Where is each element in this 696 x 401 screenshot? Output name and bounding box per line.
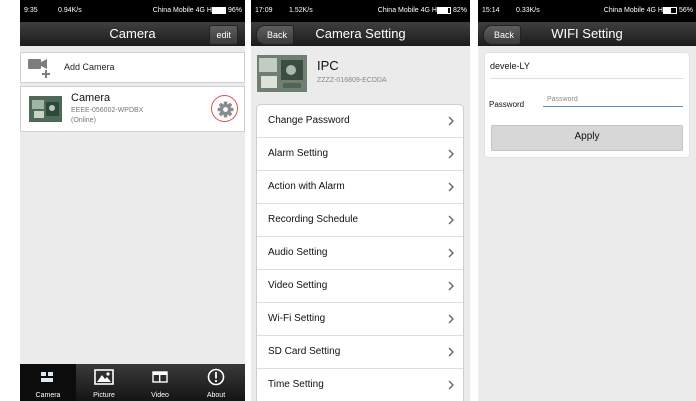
camera-thumbnail	[29, 96, 62, 122]
password-input[interactable]	[543, 93, 683, 107]
settings-menu-item[interactable]: Change Password	[257, 105, 463, 138]
device-name: IPC	[317, 58, 339, 73]
battery-indicator: 56%	[662, 0, 693, 22]
status-time: 17:09	[255, 7, 273, 14]
settings-menu-item-label: Action with Alarm	[268, 181, 345, 192]
tab-picture-label: Picture	[93, 392, 115, 399]
settings-menu-item-label: Audio Setting	[268, 247, 328, 258]
battery-icon	[662, 6, 677, 14]
chevron-right-icon	[448, 215, 454, 225]
back-button[interactable]: Back	[483, 25, 522, 45]
settings-menu-item[interactable]: Wi-Fi Setting	[257, 303, 463, 336]
add-camera-icon	[28, 59, 50, 78]
settings-menu-item[interactable]: Recording Schedule	[257, 204, 463, 237]
wifi-setting-screen: 15:14 0.33K/s China Mobile 4G HD 56% WIF…	[478, 0, 696, 401]
settings-menu-item-label: Recording Schedule	[268, 214, 359, 225]
settings-menu-item[interactable]: SD Card Setting	[257, 336, 463, 369]
chevron-right-icon	[448, 314, 454, 324]
edit-button[interactable]: edit	[209, 25, 238, 45]
chevron-right-icon	[448, 281, 454, 291]
settings-menu: Change Password Alarm Setting Action with …	[256, 104, 464, 401]
status-carrier: China Mobile 4G HD	[377, 7, 442, 14]
camera-tab-icon	[41, 372, 53, 382]
settings-menu-item[interactable]: Audio Setting	[257, 237, 463, 270]
info-icon	[207, 368, 225, 386]
camera-list-screen: 9:35 0.94K/s China Mobile 4G HD 96% Came…	[20, 0, 245, 401]
chevron-right-icon	[448, 248, 454, 258]
settings-menu-item[interactable]: Video Setting	[257, 270, 463, 303]
chevron-right-icon	[448, 380, 454, 390]
title-bar: WIFI Setting Back	[478, 22, 696, 46]
title-bar: Camera edit	[20, 22, 245, 46]
status-carrier: China Mobile 4G HD	[603, 7, 668, 14]
highlight-ring	[211, 95, 238, 122]
add-camera-button[interactable]: Add Camera	[20, 52, 245, 83]
device-uid: ZZZZ-016809-ECDDA	[317, 77, 387, 84]
camera-uid: EEEE-056002-WPDBX	[71, 107, 144, 114]
apply-button[interactable]: Apply	[491, 125, 683, 151]
title-bar: Camera Setting Back	[251, 22, 470, 46]
settings-menu-item[interactable]: Action with Alarm	[257, 171, 463, 204]
battery-indicator: 82%	[436, 0, 467, 22]
tab-video[interactable]: Video	[132, 364, 188, 401]
bottom-tab-bar: Camera Picture Video About	[20, 364, 245, 401]
camera-name: Camera	[71, 92, 111, 104]
camera-status: (Online)	[71, 117, 96, 124]
status-bar: 15:14 0.33K/s China Mobile 4G HD 56%	[478, 0, 696, 22]
picture-icon	[94, 369, 114, 385]
settings-menu-item[interactable]: Time Setting	[257, 369, 463, 401]
chevron-right-icon	[448, 149, 454, 159]
back-button[interactable]: Back	[256, 25, 295, 45]
wifi-form: devele-LY Password Apply	[484, 52, 690, 158]
status-speed: 0.94K/s	[58, 7, 82, 14]
chevron-right-icon	[448, 347, 454, 357]
camera-list-item[interactable]: Camera EEEE-056002-WPDBX (Online)	[20, 86, 245, 132]
add-camera-label: Add Camera	[64, 62, 115, 72]
divider	[490, 78, 684, 79]
tab-about-label: About	[206, 392, 226, 399]
tab-video-label: Video	[151, 392, 169, 399]
status-carrier: China Mobile 4G HD	[152, 7, 217, 14]
battery-icon	[436, 6, 451, 14]
camera-setting-screen: 17:09 1.52K/s China Mobile 4G HD 82% Cam…	[251, 0, 470, 401]
device-thumbnail	[257, 55, 307, 92]
settings-menu-item-label: Wi-Fi Setting	[268, 313, 326, 324]
device-header: IPC ZZZZ-016809-ECDDA	[257, 52, 470, 97]
status-speed: 0.33K/s	[516, 7, 540, 14]
battery-indicator: 96%	[211, 0, 242, 22]
status-bar: 9:35 0.94K/s China Mobile 4G HD 96%	[20, 0, 245, 22]
tab-picture[interactable]: Picture	[76, 364, 132, 401]
status-speed: 1.52K/s	[289, 7, 313, 14]
settings-menu-item-label: Video Setting	[268, 280, 328, 291]
chevron-right-icon	[448, 116, 454, 126]
tab-camera-label: Camera	[35, 392, 61, 399]
settings-menu-item-label: Change Password	[268, 115, 350, 126]
video-icon	[152, 371, 168, 383]
status-time: 9:35	[24, 7, 38, 14]
status-bar: 17:09 1.52K/s China Mobile 4G HD 82%	[251, 0, 470, 22]
tab-about[interactable]: About	[188, 364, 244, 401]
settings-menu-item-label: Alarm Setting	[268, 148, 329, 159]
status-time: 15:14	[482, 7, 500, 14]
battery-icon	[211, 6, 226, 14]
settings-menu-item-label: Time Setting	[268, 379, 324, 390]
password-label: Password	[489, 100, 525, 109]
tab-camera[interactable]: Camera	[20, 364, 76, 401]
settings-menu-item[interactable]: Alarm Setting	[257, 138, 463, 171]
wifi-ssid: devele-LY	[490, 61, 530, 71]
chevron-right-icon	[448, 182, 454, 192]
settings-menu-item-label: SD Card Setting	[268, 346, 341, 357]
